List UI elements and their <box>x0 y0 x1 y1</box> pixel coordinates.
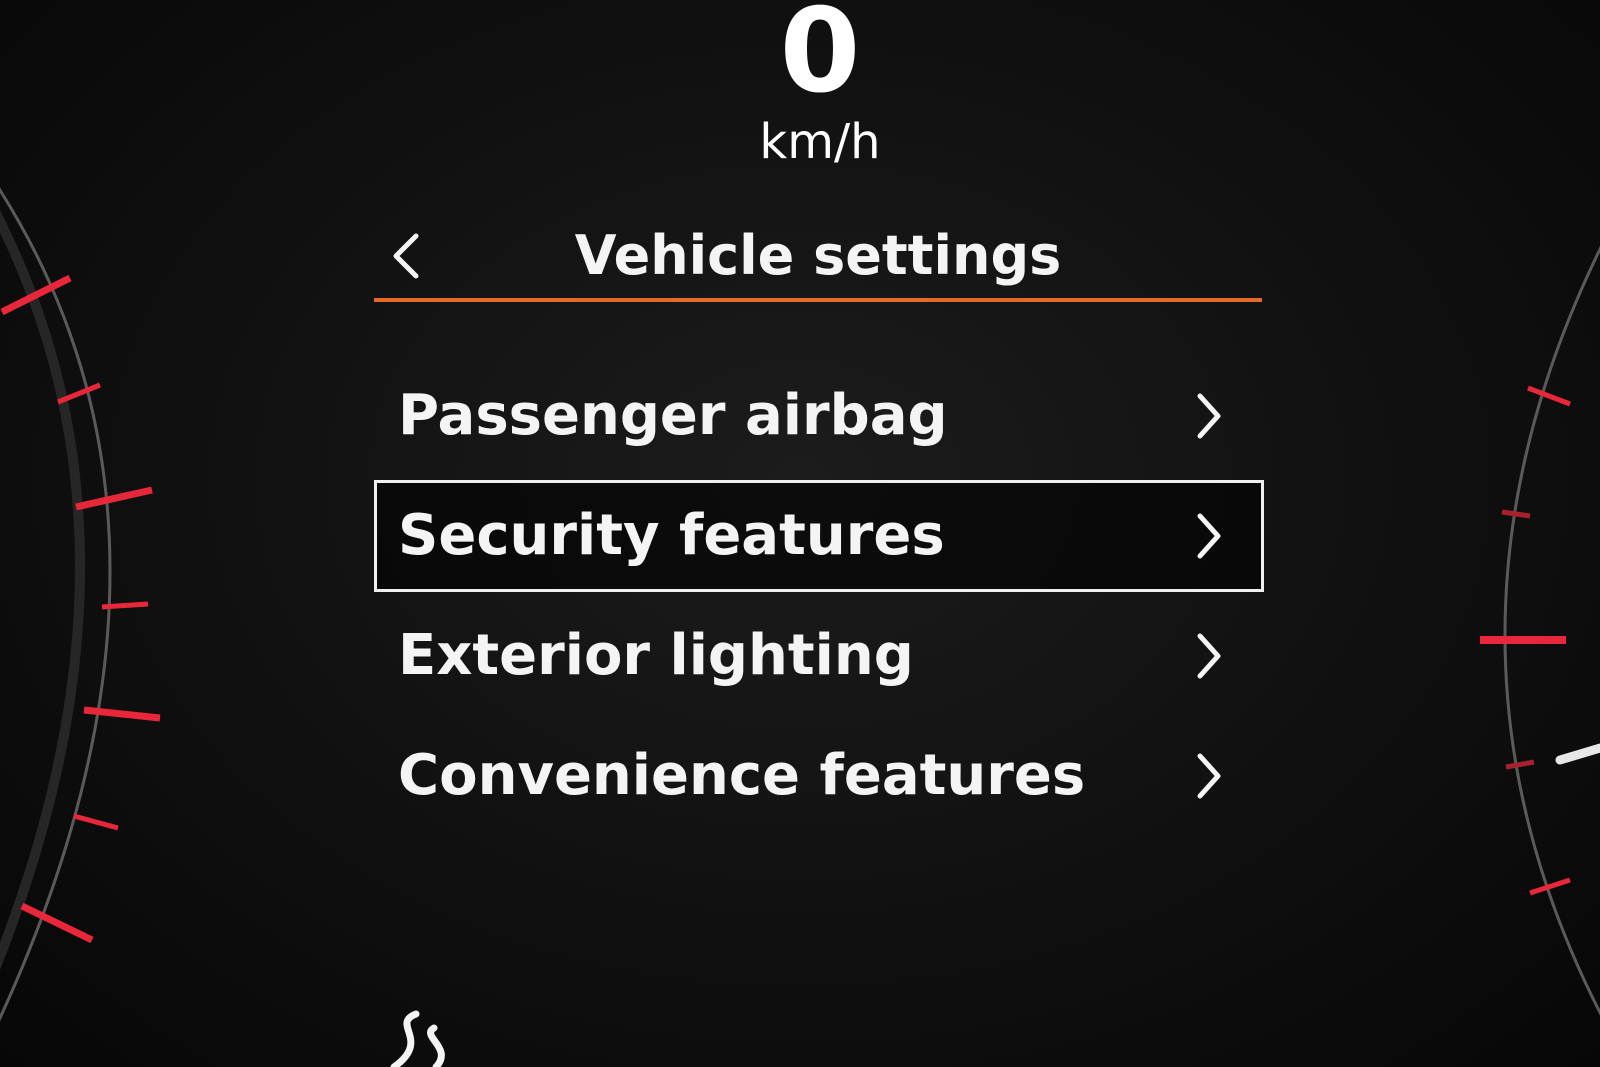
menu-item-label: Exterior lighting <box>398 623 914 688</box>
title-underline <box>374 298 1262 302</box>
chevron-right-icon <box>1197 633 1221 679</box>
speed-readout: 0 km/h <box>700 0 940 190</box>
chevron-right-icon <box>1197 393 1221 439</box>
lane-assist-icon <box>390 1010 445 1067</box>
menu-item-convenience-features[interactable]: Convenience features <box>374 720 1264 832</box>
chevron-right-icon <box>1197 753 1221 799</box>
menu-item-label: Security features <box>398 503 945 568</box>
page-title: Vehicle settings <box>574 224 1062 287</box>
menu-item-exterior-lighting[interactable]: Exterior lighting <box>374 600 1264 712</box>
settings-menu: Passenger airbag Security features Exter… <box>374 360 1264 840</box>
menu-item-label: Convenience features <box>398 743 1086 808</box>
left-gauge <box>0 0 200 1067</box>
menu-item-label: Passenger airbag <box>398 383 948 448</box>
menu-item-passenger-airbag[interactable]: Passenger airbag <box>374 360 1264 472</box>
menu-header: Vehicle settings <box>374 210 1262 302</box>
chevron-right-icon <box>1197 513 1221 559</box>
speed-value: 0 <box>779 0 861 119</box>
menu-item-security-features[interactable]: Security features <box>374 480 1264 592</box>
speed-unit: km/h <box>759 114 881 170</box>
right-gauge <box>1420 0 1600 1067</box>
